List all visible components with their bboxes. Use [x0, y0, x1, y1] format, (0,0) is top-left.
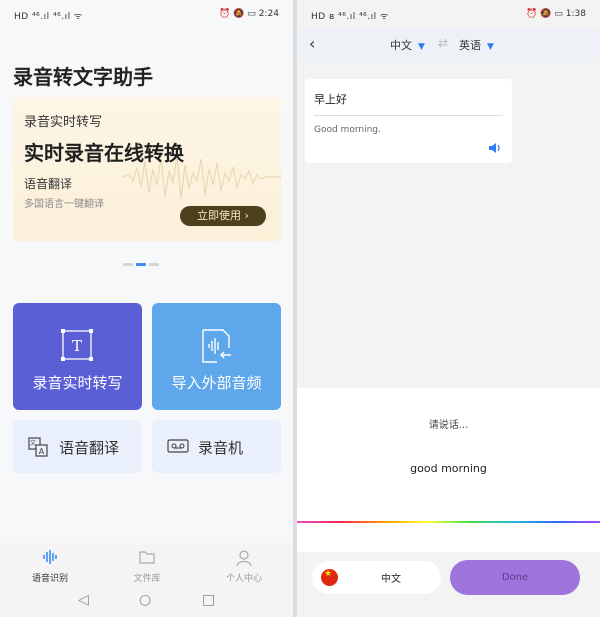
swap-languages-icon[interactable]: ⇄ — [438, 36, 448, 50]
translate-icon: A 文 — [28, 437, 48, 461]
status-left: HD ʙ ⁴⁶.ıl ⁴⁶.ıl ᯤ — [311, 12, 389, 22]
banner-subtext: 多国语言一键翻译 — [24, 199, 104, 210]
back-arrow-icon[interactable]: ‹ — [309, 34, 315, 53]
home-screen: HD ⁴⁶.ıl ⁴⁶.ıl ᯤ ⏰ 🔕 ▭ 2:24 录音转文字助手 录音实时… — [0, 0, 293, 617]
nav-label: 个人中心 — [225, 574, 262, 584]
status-right: ⏰ 🔕 ▭ 2:24 — [219, 9, 279, 19]
dropdown-caret-icon: ▼ — [418, 42, 425, 52]
recognized-speech: good morning — [410, 462, 487, 475]
voice-level-bar — [297, 521, 600, 523]
svg-text:A: A — [39, 447, 45, 456]
bottom-action-bar: 中文 Done — [297, 552, 600, 602]
voice-translate-card[interactable]: A 文 语音翻译 — [13, 420, 142, 473]
promo-banner[interactable]: 录音实时转写 实时录音在线转换 语音翻译 多国语言一键翻译 立即使用 › — [13, 97, 281, 241]
carousel-dot-active — [136, 263, 146, 266]
source-language-selector[interactable]: 中文 ▼ — [390, 37, 425, 53]
target-language: 英语 — [459, 39, 481, 52]
recorder-card[interactable]: 录音机 — [152, 420, 281, 473]
system-nav-bar: ◁ ○ □ — [0, 588, 293, 617]
source-text: 早上好 — [314, 93, 347, 106]
listening-hint: 请说话... — [428, 420, 469, 431]
text-frame-icon: T — [60, 328, 94, 366]
nav-label: 语音识别 — [31, 574, 68, 584]
import-audio-card[interactable]: 导入外部音频 — [152, 303, 281, 410]
cassette-icon — [167, 437, 189, 459]
svg-text:文: 文 — [30, 439, 36, 447]
carousel-dot — [123, 263, 133, 266]
source-language: 中文 — [390, 39, 412, 52]
banner-line1: 录音实时转写 — [24, 115, 103, 130]
app-title: 录音转文字助手 — [13, 65, 153, 89]
audio-file-import-icon — [199, 328, 233, 368]
carousel-dot — [149, 263, 159, 266]
person-icon — [204, 549, 284, 567]
language-top-bar: ‹ 中文 ▼ ⇄ 英语 ▼ — [297, 28, 600, 61]
nav-label: 文件库 — [133, 574, 161, 584]
target-language-selector[interactable]: 英语 ▼ — [459, 37, 494, 53]
status-right: ⏰ 🔕 ▭ 1:38 — [526, 9, 586, 19]
carousel-indicator — [123, 251, 162, 270]
divider — [314, 115, 503, 116]
card-label: 录音实时转写 — [32, 374, 123, 392]
china-flag-icon — [321, 569, 338, 586]
status-bar: HD ʙ ⁴⁶.ıl ⁴⁶.ıl ᯤ ⏰ 🔕 ▭ 1:38 — [297, 0, 600, 28]
status-bar: HD ⁴⁶.ıl ⁴⁶.ıl ᯤ ⏰ 🔕 ▭ 2:24 — [0, 0, 293, 28]
system-nav-bar — [297, 602, 600, 617]
nav-file-library[interactable]: 文件库 — [107, 549, 187, 584]
bottom-nav: 语音识别 文件库 个人中心 — [0, 543, 293, 588]
done-button[interactable]: Done — [450, 560, 580, 595]
folder-icon — [107, 549, 187, 567]
listening-panel: 请说话... good morning — [297, 388, 600, 552]
translation-result-card: 早上好 Good morning. — [305, 79, 512, 163]
back-triangle-icon[interactable]: ◁ — [78, 592, 89, 608]
card-label: 导入外部音频 — [171, 374, 262, 392]
svg-text:T: T — [72, 337, 82, 355]
speaking-language: 中文 — [381, 574, 401, 585]
speaking-language-pill[interactable]: 中文 — [312, 561, 441, 594]
translate-screen: HD ʙ ⁴⁶.ıl ⁴⁶.ıl ᯤ ⏰ 🔕 ▭ 1:38 ‹ 中文 ▼ ⇄ 英语… — [297, 0, 600, 617]
use-now-button[interactable]: 立即使用 › — [180, 206, 266, 226]
dropdown-caret-icon: ▼ — [487, 42, 494, 52]
card-label: 录音机 — [198, 439, 244, 457]
recents-square-icon[interactable]: □ — [202, 592, 215, 608]
speaker-icon[interactable] — [488, 139, 502, 158]
banner-line3: 语音翻译 — [24, 177, 73, 191]
translated-text: Good morning. — [314, 125, 381, 135]
status-left: HD ⁴⁶.ıl ⁴⁶.ıl ᯤ — [14, 12, 83, 22]
nav-speech-recognition[interactable]: 语音识别 — [10, 549, 90, 584]
card-label: 语音翻译 — [59, 439, 120, 457]
realtime-transcribe-card[interactable]: T 录音实时转写 — [13, 303, 142, 410]
waveform-icon — [10, 549, 90, 567]
nav-profile[interactable]: 个人中心 — [204, 549, 284, 584]
banner-headline: 实时录音在线转换 — [24, 141, 184, 165]
home-circle-icon[interactable]: ○ — [139, 592, 151, 608]
